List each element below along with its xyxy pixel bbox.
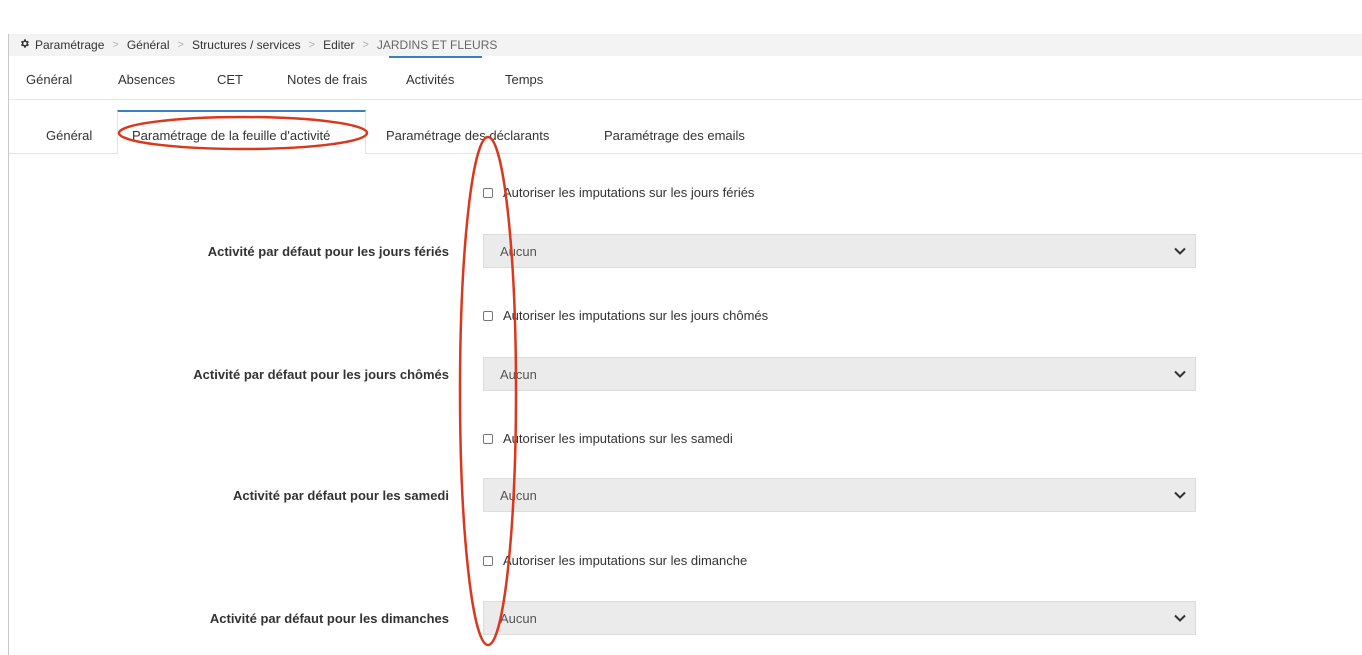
subtab-parametrage-emails[interactable]: Paramétrage des emails [604, 128, 745, 143]
label-jours-feries: Activité par défaut pour les jours férié… [207, 244, 449, 259]
checkbox-samedi[interactable]: Autoriser les imputations sur les samedi [483, 431, 733, 446]
select-dimanche[interactable]: Aucun [483, 601, 1196, 635]
chevron-down-icon [1165, 491, 1195, 499]
subtab-parametrage-declarants[interactable]: Paramétrage des déclarants [386, 128, 549, 143]
main-tabs: Général Absences CET Notes de frais Acti… [9, 56, 1362, 100]
tab-absences[interactable]: Absences [118, 72, 175, 87]
breadcrumb: Paramétrage > Général > Structures / ser… [9, 34, 1362, 56]
select-value: Aucun [500, 243, 537, 259]
checkbox-jours-feries[interactable]: Autoriser les imputations sur les jours … [483, 185, 754, 200]
label-dimanche: Activité par défaut pour les dimanches [209, 611, 449, 626]
checkbox-dimanche[interactable]: Autoriser les imputations sur les dimanc… [483, 553, 747, 568]
subtab-parametrage-feuille[interactable]: Paramétrage de la feuille d'activité [132, 128, 330, 143]
select-value: Aucun [500, 487, 537, 503]
gear-icon [19, 38, 30, 52]
window-top-area [0, 0, 1362, 34]
sub-tabs: Général Paramétrage de la feuille d'acti… [9, 100, 1362, 154]
checkbox-jours-chomes[interactable]: Autoriser les imputations sur les jours … [483, 308, 768, 323]
checkbox-label: Autoriser les imputations sur les jours … [503, 308, 769, 323]
chevron-down-icon [1165, 247, 1195, 255]
checkbox-label: Autoriser les imputations sur les dimanc… [503, 553, 748, 568]
select-jours-chomes[interactable]: Aucun [483, 357, 1196, 391]
tab-activites[interactable]: Activités [406, 72, 454, 87]
checkbox-box[interactable] [483, 310, 493, 321]
breadcrumb-item-general[interactable]: Général [127, 38, 170, 52]
breadcrumb-separator: > [177, 39, 184, 51]
chevron-down-icon [1165, 370, 1195, 378]
breadcrumb-separator: > [362, 39, 369, 51]
select-value: Aucun [500, 610, 537, 626]
chevron-down-icon [1165, 614, 1195, 622]
breadcrumb-item-editer[interactable]: Editer [323, 38, 354, 52]
checkbox-box[interactable] [483, 433, 493, 444]
checkbox-box[interactable] [483, 555, 493, 566]
checkbox-label: Autoriser les imputations sur les samedi [503, 431, 733, 446]
checkbox-box[interactable] [483, 187, 493, 198]
breadcrumb-item-parametrage[interactable]: Paramétrage [35, 38, 104, 52]
label-samedi: Activité par défaut pour les samedi [232, 488, 449, 503]
tab-general[interactable]: Général [26, 72, 72, 87]
active-tab-indicator [389, 56, 482, 58]
annotation-circle-checkboxes [458, 135, 518, 647]
select-samedi[interactable]: Aucun [483, 478, 1196, 512]
tab-notes-de-frais[interactable]: Notes de frais [287, 72, 367, 87]
breadcrumb-item-structures[interactable]: Structures / services [192, 38, 301, 52]
select-jours-feries[interactable]: Aucun [483, 234, 1196, 268]
tab-temps[interactable]: Temps [505, 72, 543, 87]
breadcrumb-current: JARDINS ET FLEURS [376, 38, 498, 52]
select-value: Aucun [500, 366, 537, 382]
checkbox-label: Autoriser les imputations sur les jours … [503, 185, 755, 200]
label-jours-chomes: Activité par défaut pour les jours chômé… [193, 367, 449, 382]
breadcrumb-separator: > [308, 39, 316, 51]
breadcrumb-separator: > [112, 39, 119, 51]
subtab-general[interactable]: Général [46, 128, 92, 143]
app-content: Paramétrage > Général > Structures / ser… [9, 34, 1362, 655]
tab-cet[interactable]: CET [217, 72, 243, 87]
